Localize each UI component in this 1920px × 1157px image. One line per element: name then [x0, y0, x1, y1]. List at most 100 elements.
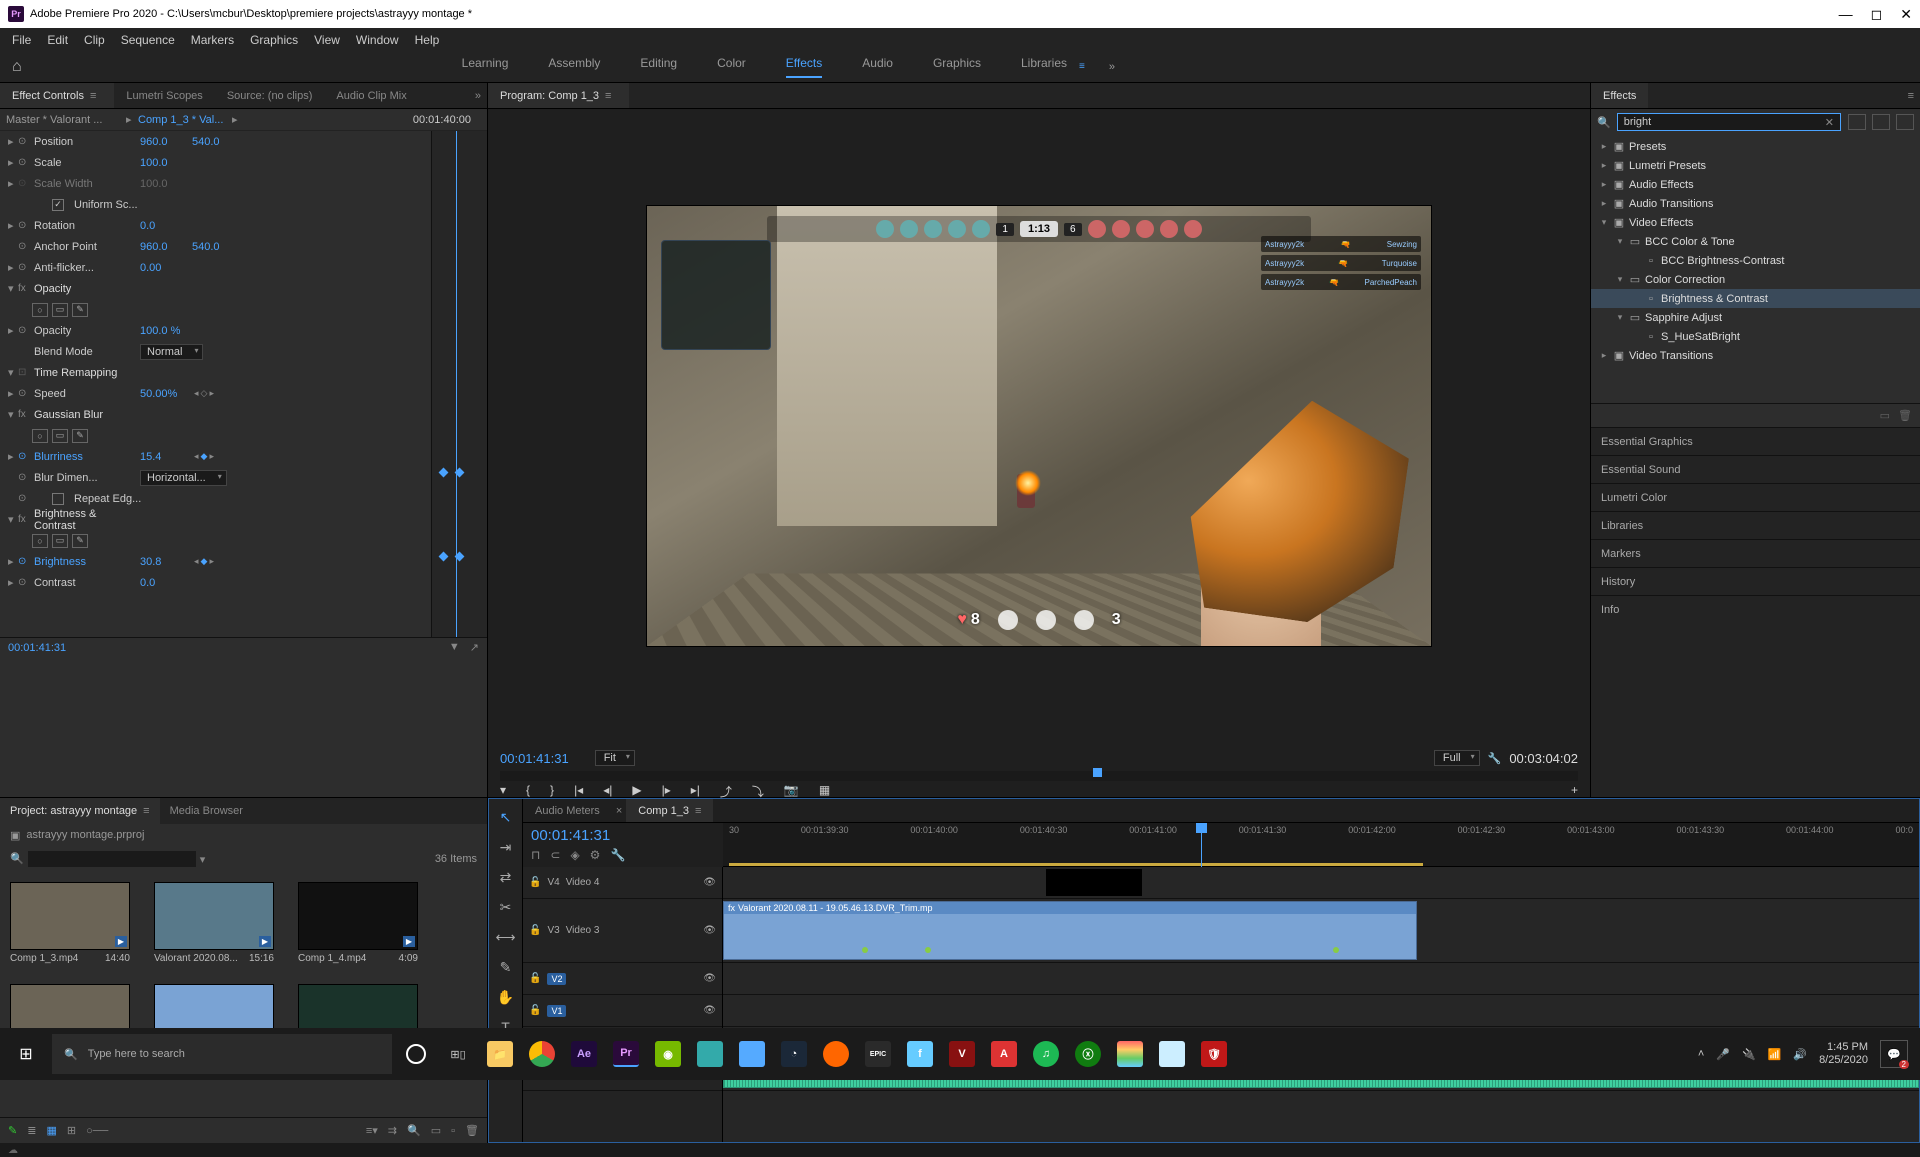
- project-grid[interactable]: ▶Comp 1_3.mp414:40 ▶Valorant 2020.08...15…: [0, 872, 487, 1117]
- ec-master-clip[interactable]: Master * Valorant ...: [6, 114, 126, 126]
- mask-ellipse-icon[interactable]: ○: [32, 429, 48, 443]
- effects-tree-item[interactable]: ▫S_HueSatBright: [1591, 327, 1920, 346]
- preset-type-icon[interactable]: [1872, 114, 1890, 130]
- workspace-editing[interactable]: Editing: [640, 56, 677, 78]
- project-clip[interactable]: ▶Valorant 2020.08...15:16: [154, 882, 274, 964]
- project-search-input[interactable]: [28, 851, 196, 867]
- ec-playhead-timecode[interactable]: 00:01:41:31: [8, 642, 66, 654]
- tree-twisty-icon[interactable]: ▸: [1597, 350, 1611, 361]
- app-icon[interactable]: f: [902, 1034, 938, 1074]
- cloud-sync-icon[interactable]: ☁: [8, 1145, 18, 1156]
- mask-rect-icon[interactable]: ▭: [52, 303, 68, 317]
- tree-twisty-icon[interactable]: ▸: [1597, 198, 1611, 209]
- mask-ellipse-icon[interactable]: ○: [32, 534, 48, 548]
- effects-tree-item[interactable]: ▫BCC Brightness-Contrast: [1591, 251, 1920, 270]
- task-view-icon[interactable]: ⊞▯: [440, 1034, 476, 1074]
- track-lane-v1[interactable]: [723, 995, 1919, 1027]
- workspace-overflow-icon[interactable]: »: [1109, 61, 1115, 73]
- clip-thumbnail[interactable]: ▶: [298, 882, 418, 950]
- effects-tree-item[interactable]: ▾▭Color Correction: [1591, 270, 1920, 289]
- kf-next-icon[interactable]: ▸: [209, 388, 214, 399]
- prop-scale[interactable]: 100.0: [140, 157, 192, 169]
- mask-pen-icon[interactable]: ✎: [72, 303, 88, 317]
- uniform-scale-checkbox[interactable]: ✓: [52, 199, 64, 211]
- tray-wifi-icon[interactable]: 📶: [1768, 1048, 1782, 1061]
- icon-view-icon[interactable]: ▦: [46, 1124, 56, 1137]
- lock-icon[interactable]: 🔓: [529, 973, 541, 984]
- tab-audio-meters[interactable]: Audio Meters: [523, 799, 612, 822]
- menu-graphics[interactable]: Graphics: [242, 33, 306, 47]
- tab-source[interactable]: Source: (no clips): [215, 83, 325, 108]
- steam-icon[interactable]: ◔: [776, 1034, 812, 1074]
- tree-twisty-icon[interactable]: ▾: [1613, 312, 1627, 323]
- track-lane-v3[interactable]: fxValorant 2020.08.11 - 19.05.46.13.DVR_…: [723, 899, 1919, 963]
- panel-lumetri-color[interactable]: Lumetri Color: [1591, 483, 1920, 511]
- find-icon[interactable]: 🔍: [407, 1124, 421, 1137]
- panel-overflow-icon[interactable]: »: [469, 90, 487, 102]
- eye-icon[interactable]: 👁: [703, 973, 716, 984]
- prop-speed[interactable]: 50.00%: [140, 388, 192, 400]
- tab-effects[interactable]: Effects: [1591, 83, 1648, 108]
- effects-search-input[interactable]: [1617, 113, 1841, 131]
- preset-type-icon[interactable]: [1848, 114, 1866, 130]
- track-target-v1[interactable]: V1: [547, 1005, 566, 1017]
- menu-help[interactable]: Help: [407, 33, 448, 47]
- pen-tool-icon[interactable]: ✎: [496, 957, 516, 977]
- mask-pen-icon[interactable]: ✎: [72, 429, 88, 443]
- eye-icon[interactable]: 👁: [703, 877, 716, 888]
- app-icon[interactable]: [1112, 1034, 1148, 1074]
- project-clip[interactable]: ▶Comp 1_3.mp414:40: [10, 882, 130, 964]
- app-icon[interactable]: A: [986, 1034, 1022, 1074]
- workspace-assembly[interactable]: Assembly: [548, 56, 600, 78]
- tab-program[interactable]: Program: Comp 1_3≡: [488, 83, 629, 108]
- prop-blurriness[interactable]: 15.4: [140, 451, 192, 463]
- close-button[interactable]: ✕: [1900, 6, 1912, 23]
- kf-add-icon[interactable]: ◆: [201, 451, 208, 462]
- prop-contrast[interactable]: 0.0: [140, 577, 192, 589]
- lock-icon[interactable]: 🔓: [529, 877, 541, 888]
- new-bin-icon[interactable]: ▭: [431, 1124, 441, 1137]
- timeline-timecode[interactable]: 00:01:41:31: [531, 827, 715, 844]
- fx-opacity-header[interactable]: Opacity: [30, 283, 140, 295]
- ec-keyframe-track[interactable]: [431, 131, 487, 637]
- tab-media-browser[interactable]: Media Browser: [160, 798, 253, 824]
- preset-type-icon[interactable]: [1896, 114, 1914, 130]
- settings-icon[interactable]: ⚙: [590, 848, 601, 862]
- panel-history[interactable]: History: [1591, 567, 1920, 595]
- panel-markers[interactable]: Markers: [1591, 539, 1920, 567]
- blur-dim-dropdown[interactable]: Horizontal...: [140, 470, 227, 486]
- settings-icon[interactable]: 🔧: [1488, 752, 1502, 765]
- ec-playhead[interactable]: [456, 131, 457, 637]
- menu-edit[interactable]: Edit: [39, 33, 76, 47]
- keyframe-marker[interactable]: [439, 552, 449, 562]
- maximize-button[interactable]: ◻: [1871, 6, 1883, 23]
- panel-info[interactable]: Info: [1591, 595, 1920, 623]
- workspace-color[interactable]: Color: [717, 56, 746, 78]
- tray-mic-icon[interactable]: 🎤: [1716, 1048, 1730, 1061]
- mask-rect-icon[interactable]: ▭: [52, 429, 68, 443]
- workspace-graphics[interactable]: Graphics: [933, 56, 981, 78]
- automate-icon[interactable]: ⇉: [388, 1124, 397, 1137]
- effects-tree-item[interactable]: ▸▣Audio Transitions: [1591, 194, 1920, 213]
- chrome-icon[interactable]: [524, 1034, 560, 1074]
- fx-bc-header[interactable]: Brightness & Contrast: [30, 508, 140, 532]
- workspace-learning[interactable]: Learning: [462, 56, 509, 78]
- workspace-libraries[interactable]: Libraries: [1021, 56, 1067, 78]
- tray-clock[interactable]: 1:45 PM 8/25/2020: [1819, 1041, 1868, 1066]
- resolution-dropdown[interactable]: Full: [1434, 750, 1480, 766]
- write-icon[interactable]: ✎: [8, 1124, 17, 1137]
- menu-markers[interactable]: Markers: [183, 33, 242, 47]
- workspace-menu-icon[interactable]: ≡: [1079, 61, 1085, 72]
- trash-icon[interactable]: 🗑: [465, 1124, 479, 1137]
- fx-gblur-header[interactable]: Gaussian Blur: [30, 409, 140, 421]
- bin-icon[interactable]: ▣: [10, 829, 20, 842]
- effects-tree-item[interactable]: ▸▣Lumetri Presets: [1591, 156, 1920, 175]
- lock-icon[interactable]: 🔓: [529, 1005, 541, 1016]
- tray-power-icon[interactable]: 🔌: [1742, 1048, 1756, 1061]
- cortana-icon[interactable]: [398, 1034, 434, 1074]
- prop-position-y[interactable]: 540.0: [192, 136, 232, 148]
- fx-timeremap-header[interactable]: Time Remapping: [30, 367, 140, 379]
- timeline-clip[interactable]: fxValorant 2020.08.11 - 19.05.46.13.DVR_…: [723, 901, 1417, 960]
- track-header-v3[interactable]: 🔓V3Video 3👁: [523, 899, 722, 963]
- prop-anchor-y[interactable]: 540.0: [192, 241, 232, 253]
